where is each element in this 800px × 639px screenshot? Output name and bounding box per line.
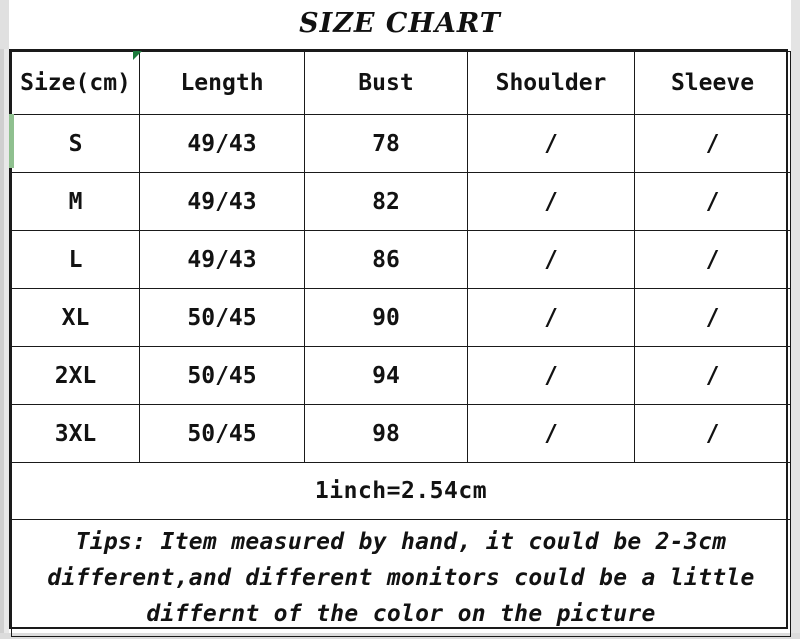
column-header-size: Size(cm) — [11, 51, 140, 115]
cell-length: 49/43 — [139, 230, 305, 289]
cell-bust: 94 — [304, 346, 468, 405]
tips-line-2: different,and different monitors could b… — [47, 565, 755, 591]
cell-shoulder: / — [467, 172, 635, 231]
tips-line-1: Tips: Item measured by hand, it could be… — [75, 529, 727, 555]
conversion-note: 1inch=2.54cm — [11, 462, 791, 520]
table-row: 2XL 50/45 94 / / — [11, 346, 791, 405]
column-header-shoulder: Shoulder — [467, 51, 635, 115]
size-chart-table-container: Size(cm) Length Bust Shoulder Sleeve S 4… — [9, 49, 791, 637]
cell-length: 50/45 — [139, 404, 305, 463]
cell-bust: 90 — [304, 288, 468, 347]
table-row: L 49/43 86 / / — [11, 230, 791, 289]
cell-sleeve: / — [634, 404, 791, 463]
cell-sleeve: / — [634, 346, 791, 405]
cell-length: 50/45 — [139, 288, 305, 347]
column-header-bust: Bust — [304, 51, 468, 115]
cell-size: S — [11, 114, 140, 173]
cell-shoulder: / — [467, 288, 635, 347]
cell-sleeve: / — [634, 230, 791, 289]
cell-sleeve: / — [634, 288, 791, 347]
cell-shoulder: / — [467, 230, 635, 289]
column-header-sleeve: Sleeve — [634, 51, 791, 115]
cell-length: 50/45 — [139, 346, 305, 405]
tips-block: Tips: Item measured by hand, it could be… — [11, 519, 791, 637]
table-row: S 49/43 78 / / — [11, 114, 791, 173]
cell-sleeve: / — [634, 172, 791, 231]
table-row: M 49/43 82 / / — [11, 172, 791, 231]
right-edge-strip — [791, 0, 800, 639]
cell-length: 49/43 — [139, 172, 305, 231]
cell-size: XL — [11, 288, 140, 347]
cell-size: 3XL — [11, 404, 140, 463]
cell-sleeve: / — [634, 114, 791, 173]
cell-bust: 82 — [304, 172, 468, 231]
column-header-length: Length — [139, 51, 305, 115]
cell-shoulder: / — [467, 404, 635, 463]
cell-bust: 86 — [304, 230, 468, 289]
green-corner-tick-marker — [133, 51, 142, 60]
tips-row: Tips: Item measured by hand, it could be… — [11, 519, 791, 637]
tips-line-3: differnt of the color on the picture — [146, 601, 656, 627]
size-chart-table: Size(cm) Length Bust Shoulder Sleeve S 4… — [11, 51, 791, 637]
table-row: XL 50/45 90 / / — [11, 288, 791, 347]
size-chart-page: SIZE CHART Size(cm) Length Bust Shoulder… — [0, 0, 800, 639]
green-row-accent-bar — [9, 114, 14, 168]
cell-length: 49/43 — [139, 114, 305, 173]
cell-size: 2XL — [11, 346, 140, 405]
page-title: SIZE CHART — [299, 8, 501, 39]
cell-size: M — [11, 172, 140, 231]
cell-size: L — [11, 230, 140, 289]
cell-bust: 98 — [304, 404, 468, 463]
cell-bust: 78 — [304, 114, 468, 173]
table-row: 3XL 50/45 98 / / — [11, 404, 791, 463]
conversion-row: 1inch=2.54cm — [11, 462, 791, 520]
cell-shoulder: / — [467, 346, 635, 405]
cell-shoulder: / — [467, 114, 635, 173]
table-header-row: Size(cm) Length Bust Shoulder Sleeve — [11, 51, 791, 115]
